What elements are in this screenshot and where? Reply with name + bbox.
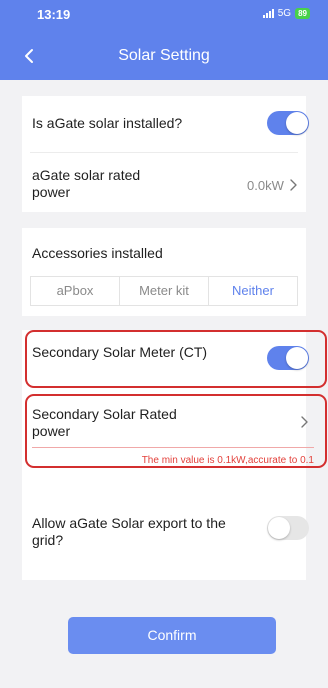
accessory-option-apbox[interactable]: aPbox — [31, 277, 120, 305]
chevron-right-icon[interactable] — [288, 179, 298, 191]
solar-installed-toggle[interactable] — [267, 111, 309, 135]
accessory-option-meter-kit[interactable]: Meter kit — [120, 277, 209, 305]
accessory-option-neither[interactable]: Neither — [209, 277, 297, 305]
status-indicators: 5G 89 — [262, 8, 310, 19]
highlight-box-meter — [25, 330, 327, 388]
divider — [30, 152, 298, 153]
accessories-label: Accessories installed — [32, 245, 163, 261]
export-card: Allow aGate Solar export to the grid? — [22, 500, 309, 580]
header: 13:19 5G 89 Solar Setting — [0, 0, 328, 80]
battery-icon: 89 — [295, 8, 310, 19]
accessories-card: Accessories installed aPbox Meter kit Ne… — [22, 228, 306, 316]
network-type: 5G — [277, 8, 292, 19]
status-bar: 13:19 5G 89 — [0, 0, 328, 28]
highlight-box-rated-power — [25, 394, 327, 468]
page-title: Solar Setting — [118, 47, 210, 64]
status-time: 13:19 — [37, 7, 71, 22]
nav-bar: Solar Setting — [0, 38, 328, 74]
rated-power-value[interactable]: 0.0kW — [247, 178, 284, 193]
solar-installed-label: Is aGate solar installed? — [32, 115, 183, 131]
rated-power-label[interactable]: aGate solar rated power — [32, 167, 182, 201]
export-toggle[interactable] — [267, 516, 309, 540]
confirm-button[interactable]: Confirm — [68, 617, 276, 654]
export-label: Allow aGate Solar export to the grid? — [32, 515, 226, 548]
accessories-segmented-control: aPbox Meter kit Neither — [30, 276, 298, 306]
signal-icon — [262, 9, 274, 18]
solar-install-card: Is aGate solar installed? aGate solar ra… — [22, 96, 309, 212]
